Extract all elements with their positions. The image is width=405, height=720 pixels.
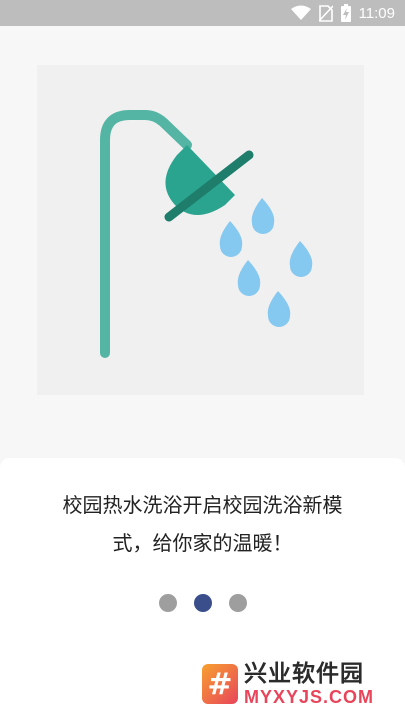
watermark-logo: # bbox=[202, 664, 238, 704]
page-dot-2-active[interactable] bbox=[193, 594, 212, 612]
water-drop bbox=[289, 241, 313, 277]
page-dot-3[interactable] bbox=[228, 594, 247, 612]
wifi-icon bbox=[290, 5, 311, 20]
status-bar: 11:09 bbox=[0, 0, 405, 26]
water-drop bbox=[267, 291, 291, 327]
water-drop bbox=[251, 198, 275, 234]
site-watermark: # 兴业软件园 MYXYJS.COM bbox=[202, 660, 374, 708]
watermark-subtitle: MYXYJS.COM bbox=[244, 686, 375, 707]
water-drop bbox=[219, 221, 243, 257]
page-dot-1[interactable] bbox=[158, 594, 177, 612]
page-indicator bbox=[0, 594, 405, 612]
shower-illustration bbox=[37, 65, 364, 395]
watermark-title: 兴业软件园 bbox=[244, 660, 364, 687]
shower-pipe bbox=[100, 110, 192, 358]
water-drop bbox=[237, 260, 261, 296]
shower-icon bbox=[100, 110, 313, 358]
slogan-line-1: 校园热水洗浴开启校园洗浴新模 bbox=[62, 493, 343, 517]
intro-slogan: 校园热水洗浴开启校园洗浴新模 式，给你家的温暖！ bbox=[20, 486, 385, 562]
no-sim-icon bbox=[318, 4, 333, 22]
status-time: 11:09 bbox=[358, 4, 395, 22]
slogan-line-2: 式，给你家的温暖！ bbox=[112, 531, 293, 555]
shower-head bbox=[165, 145, 235, 215]
battery-charging-icon bbox=[340, 4, 351, 22]
